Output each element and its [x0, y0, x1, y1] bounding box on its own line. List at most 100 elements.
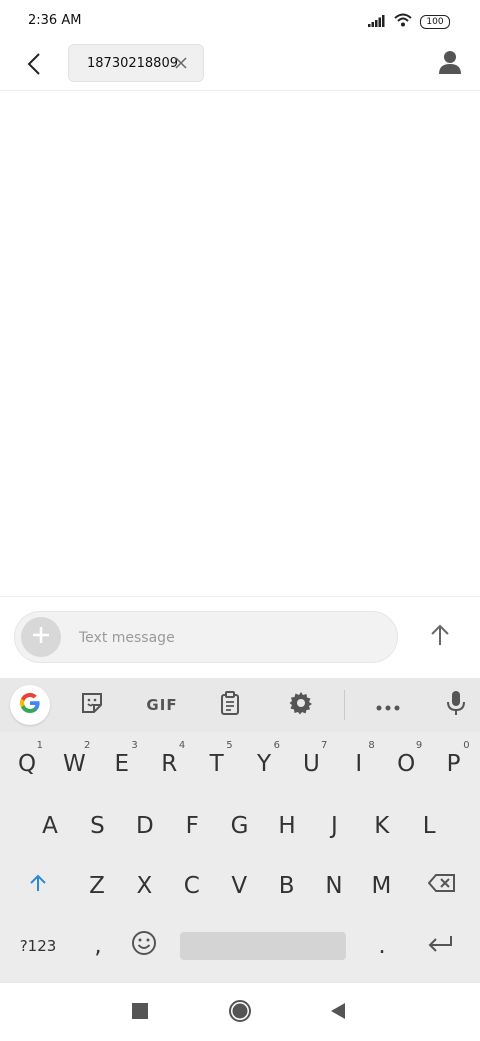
emoji-smile-icon [131, 930, 157, 962]
key-e[interactable]: E3 [98, 734, 146, 794]
key-u[interactable]: U7 [287, 734, 335, 794]
space-key[interactable] [180, 932, 346, 960]
key-label: M [371, 873, 392, 899]
key-row-3: Z X C V BNM [0, 856, 480, 916]
key-hint-number: 8 [368, 740, 375, 751]
key-label: A [42, 813, 58, 839]
sticker-button[interactable] [72, 685, 112, 725]
shift-arrow-icon [28, 873, 48, 899]
key-hint-number: 6 [273, 740, 280, 751]
keyboard-toolbar: GIF [0, 678, 480, 732]
key-label: O [397, 751, 416, 777]
key-n[interactable]: N [310, 856, 358, 916]
key-label: V [231, 873, 248, 899]
close-icon[interactable] [173, 55, 189, 71]
period-key[interactable]: . [358, 916, 406, 976]
key-m[interactable]: M [357, 856, 405, 916]
key-p[interactable]: P0 [430, 734, 478, 794]
key-label: X [136, 873, 153, 899]
key-y[interactable]: Y6 [240, 734, 288, 794]
comma-key[interactable]: , [74, 916, 122, 976]
key-h[interactable]: H [263, 796, 311, 856]
key-label: K [374, 813, 390, 839]
key-label: H [278, 813, 296, 839]
wifi-icon [394, 12, 412, 31]
home-button[interactable] [224, 997, 256, 1029]
key-r[interactable]: R4 [145, 734, 193, 794]
toolbar-divider [344, 690, 345, 720]
key-label: Z [89, 873, 105, 899]
keyboard: G I F Q 1 W 2 E 3 R 4 T 5 Y 6 U 7 I 8 O 9 … [0, 678, 480, 982]
message-list [0, 91, 480, 596]
settings-button[interactable] [281, 685, 321, 725]
key-hint-number: 0 [463, 740, 470, 751]
gif-label: GIF [146, 696, 178, 714]
key-s[interactable]: S [73, 796, 121, 856]
key-g[interactable]: G [216, 796, 264, 856]
backspace-key[interactable] [418, 856, 466, 916]
symbols-key[interactable]: ?123 [12, 916, 64, 976]
key-o[interactable]: O9 [382, 734, 430, 794]
enter-key[interactable] [416, 916, 464, 976]
emoji-key[interactable] [120, 916, 168, 976]
clipboard-button[interactable] [210, 685, 250, 725]
key-label: Y [256, 751, 272, 777]
key-l[interactable]: L [405, 796, 453, 856]
key-q[interactable]: Q1 [3, 734, 51, 794]
status-icons: 100 [368, 12, 450, 31]
key-label: L [422, 813, 436, 839]
key-label: T [209, 751, 224, 777]
key-row-1: Q1W2E3R4T5Y6U7I8O9P0 [0, 734, 480, 794]
message-input[interactable] [77, 612, 381, 664]
key-hint-number: 9 [415, 740, 423, 751]
key-i[interactable]: I8 [335, 734, 383, 794]
key-d[interactable]: D [121, 796, 169, 856]
status-time: 2:36 AM [28, 13, 82, 28]
key-label: I [355, 751, 363, 777]
key-label: J [330, 813, 338, 839]
send-button[interactable] [422, 619, 458, 655]
google-button[interactable] [10, 685, 50, 725]
key-label: C [183, 873, 200, 899]
mic-icon [447, 690, 465, 720]
composer-bar [0, 596, 480, 679]
key-a[interactable]: A [26, 796, 74, 856]
home-icon [228, 999, 252, 1027]
contact-button[interactable] [434, 48, 466, 80]
key-x[interactable]: X [120, 856, 168, 916]
back-nav-button[interactable] [322, 997, 354, 1029]
recent-apps-button[interactable] [124, 997, 156, 1029]
google-icon [18, 691, 42, 719]
back-arrow-icon [27, 52, 41, 80]
back-button[interactable] [18, 50, 50, 82]
key-v[interactable]: V [215, 856, 263, 916]
key-row-2: A SDFG H J K L [0, 796, 480, 856]
key-b[interactable]: B [263, 856, 311, 916]
key-label: S [90, 813, 105, 839]
shift-key[interactable] [14, 856, 62, 916]
settings-icon [289, 691, 313, 719]
key-label: R [161, 751, 178, 777]
contact-person-icon [439, 50, 461, 78]
key-f[interactable]: F [168, 796, 216, 856]
composer-field [14, 611, 398, 664]
key-label: B [278, 873, 295, 899]
key-hint-number: 4 [178, 740, 186, 751]
key-hint-number: 5 [226, 740, 233, 751]
key-t[interactable]: T5 [193, 734, 241, 794]
key-c[interactable]: C [168, 856, 216, 916]
backspace-icon [427, 873, 456, 899]
navigation-bar [0, 982, 480, 1041]
battery-icon: 100 [420, 14, 450, 29]
key-w[interactable]: W2 [50, 734, 98, 794]
recipient-chip[interactable]: 18730218809 [68, 44, 204, 82]
key-label: G [230, 813, 249, 839]
more-button[interactable] [368, 685, 408, 725]
key-k[interactable]: K [358, 796, 406, 856]
attach-button[interactable] [21, 617, 61, 657]
status-bar: 2:36 AM 100 [0, 0, 480, 42]
mic-button[interactable] [436, 685, 476, 725]
key-z[interactable]: Z [73, 856, 121, 916]
key-j[interactable]: J [310, 796, 358, 856]
gif-button[interactable]: GIF [140, 685, 184, 725]
